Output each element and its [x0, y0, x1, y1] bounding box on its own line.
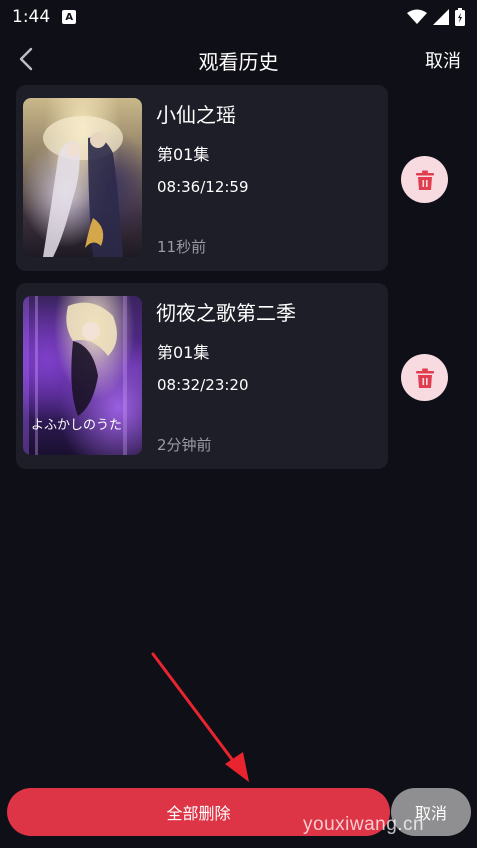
pointer-arrow-icon — [151, 652, 249, 782]
signal-icon — [433, 9, 449, 25]
delete-button[interactable] — [401, 354, 448, 401]
card-title: 小仙之瑶 — [156, 103, 236, 127]
card-title: 彻夜之歌第二季 — [156, 301, 296, 325]
history-card[interactable]: よふかしのうた 彻夜之歌第二季 第01集 08:32/23:20 2分钟前 — [16, 283, 388, 469]
poster-image — [23, 98, 142, 257]
status-icons — [407, 8, 465, 26]
card-episode: 第01集 — [157, 145, 210, 164]
battery-icon — [455, 8, 465, 26]
notification-icon: A — [62, 10, 77, 24]
poster-title-art: よふかしのうた — [31, 418, 123, 433]
trash-icon — [415, 368, 434, 388]
card-episode: 第01集 — [157, 343, 210, 362]
wifi-icon — [407, 9, 427, 24]
card-timestamp: 11秒前 — [157, 238, 207, 256]
card-progress: 08:36/12:59 — [157, 178, 249, 196]
status-time: 1:44 — [12, 7, 51, 27]
nav-bar: 观看历史 取消 — [0, 36, 477, 82]
status-bar: 1:44 A — [0, 0, 477, 34]
watermark: youxiwang.cn — [303, 814, 425, 835]
card-timestamp: 2分钟前 — [157, 436, 212, 454]
history-card[interactable]: 小仙之瑶 第01集 08:36/12:59 11秒前 — [16, 85, 388, 271]
trash-icon — [415, 170, 434, 190]
poster-image: よふかしのうた — [23, 296, 142, 455]
page-title: 观看历史 — [198, 50, 279, 74]
delete-button[interactable] — [401, 156, 448, 203]
cancel-button[interactable]: 取消 — [425, 47, 461, 73]
card-progress: 08:32/23:20 — [157, 376, 249, 394]
